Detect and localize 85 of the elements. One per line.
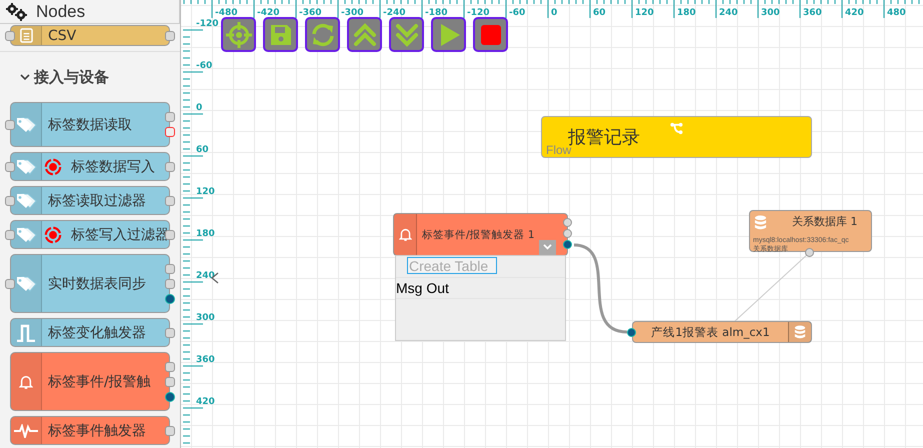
branch-icon <box>670 122 683 135</box>
ruler-label: 120 <box>635 8 654 18</box>
ruler-label: 300 <box>761 8 780 18</box>
ruler-label: 180 <box>677 8 696 18</box>
tag-icon <box>15 276 37 292</box>
ruler-label: -420 <box>257 8 280 18</box>
node-label: 标签事件/报警触发器 1 <box>422 228 535 242</box>
panel-row[interactable]: Msg Out <box>396 277 565 299</box>
stop-icon <box>480 24 502 46</box>
toolbar-button[interactable] <box>221 17 256 52</box>
ruler-label: -60 <box>509 8 526 18</box>
input-port[interactable] <box>5 162 15 172</box>
palette-node[interactable]: 标签数据写入 <box>10 152 170 181</box>
target-icon <box>44 158 62 176</box>
palette-node[interactable]: 标签变化触发器 <box>10 318 170 347</box>
palette-title: Nodes <box>36 2 86 22</box>
palette-node[interactable]: 标签事件触发器 <box>10 416 170 445</box>
input-port[interactable] <box>5 120 15 130</box>
toolbar-button[interactable] <box>473 17 508 52</box>
tag-icon <box>15 226 37 242</box>
ruler-label: 420 <box>845 8 864 18</box>
ruler-label: 60 <box>593 8 606 18</box>
toolbar-button[interactable] <box>389 17 424 52</box>
ruler-label: 300 <box>196 313 215 323</box>
input-port[interactable] <box>5 30 15 40</box>
ruler-label: 240 <box>196 271 215 281</box>
settings-icon[interactable] <box>4 2 28 22</box>
ruler-label: -120 <box>467 8 490 18</box>
ruler-label: 480 <box>887 8 906 18</box>
chevron-down-icon <box>543 244 552 251</box>
palette-node[interactable]: 标签数据读取 <box>10 102 170 147</box>
output-port[interactable] <box>165 127 175 137</box>
ruler-label: 60 <box>196 145 209 155</box>
dropdown-button[interactable] <box>539 240 556 255</box>
input-field[interactable]: Create Table <box>407 257 497 274</box>
crosshair-icon <box>226 22 252 48</box>
ruler-label: -120 <box>196 19 219 29</box>
ruler-label: 0 <box>196 103 202 113</box>
input-port[interactable] <box>627 328 636 337</box>
input-port[interactable] <box>5 230 15 240</box>
heartbeat-icon <box>14 424 38 438</box>
category-header[interactable]: 接入与设备 <box>20 68 109 86</box>
ruler-label: -180 <box>425 8 448 18</box>
trigger-node[interactable]: 标签事件/报警触发器 1 <box>393 213 568 256</box>
tag-icon <box>15 192 37 208</box>
document-icon <box>20 28 32 43</box>
tag-icon <box>15 116 37 132</box>
palette-node[interactable]: 实时数据表同步 <box>10 254 170 313</box>
node-label: 产线1报警表 alm_cx1 <box>650 324 771 340</box>
node-label: 关系数据库 1 <box>792 214 858 229</box>
toolbar-button[interactable] <box>347 17 382 52</box>
ruler-label: 240 <box>719 8 738 18</box>
input-port[interactable] <box>5 196 15 206</box>
ruler-label: 360 <box>803 8 822 18</box>
double-down-icon <box>394 22 420 48</box>
target-icon <box>44 226 62 244</box>
ruler-label: -240 <box>383 8 406 18</box>
ruler-label: -480 <box>215 8 238 18</box>
toolbar-button[interactable] <box>305 17 340 52</box>
database-icon <box>754 215 767 230</box>
palette-node[interactable]: CSV <box>10 25 170 46</box>
table-node[interactable]: 产线1报警表 alm_cx1 <box>632 321 812 343</box>
bell-icon <box>398 228 412 241</box>
tag-icon <box>15 158 37 174</box>
pulse-icon <box>16 324 36 342</box>
palette-node[interactable]: 标签事件/报警触 <box>10 352 170 411</box>
refresh-icon <box>310 22 336 48</box>
ruler-label: 0 <box>551 8 558 18</box>
save-icon <box>268 22 292 46</box>
ruler-label: 180 <box>196 229 215 239</box>
flow-canvas[interactable] <box>181 0 923 448</box>
output-port[interactable] <box>563 240 572 249</box>
database-icon <box>794 325 806 339</box>
ruler-label: -300 <box>341 8 364 18</box>
toolbar-button[interactable] <box>263 17 298 52</box>
ruler-label: 120 <box>196 187 215 197</box>
ruler-label: 420 <box>196 397 215 407</box>
ruler-label: -360 <box>299 8 322 18</box>
bell-icon <box>19 374 33 388</box>
input-port[interactable] <box>5 278 15 288</box>
ruler-label: 360 <box>196 355 215 365</box>
ruler-label: -60 <box>196 61 212 71</box>
double-up-icon <box>352 22 378 48</box>
toolbar-button[interactable] <box>431 17 466 52</box>
palette-node[interactable]: 标签读取过滤器 <box>10 186 170 215</box>
